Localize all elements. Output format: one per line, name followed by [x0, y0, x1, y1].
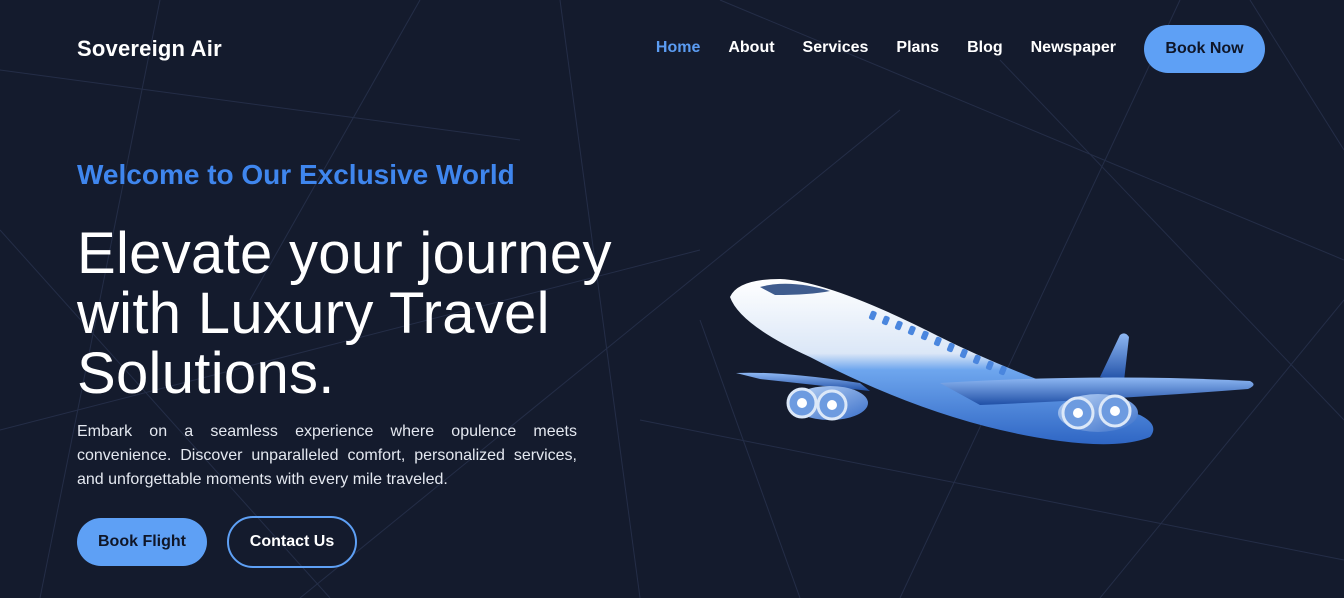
hero-actions: Book Flight Contact Us — [77, 516, 357, 568]
nav-link-blog[interactable]: Blog — [967, 38, 1003, 58]
nav-link-services[interactable]: Services — [803, 38, 869, 58]
main-menu: Home About Services Plans Blog Newspaper — [656, 38, 1116, 58]
book-flight-button[interactable]: Book Flight — [77, 518, 207, 566]
book-now-button[interactable]: Book Now — [1144, 25, 1265, 73]
nav-link-about[interactable]: About — [728, 38, 774, 58]
nav-link-newspaper[interactable]: Newspaper — [1031, 38, 1116, 58]
hero-eyebrow: Welcome to Our Exclusive World — [77, 159, 515, 190]
airplane-illustration — [730, 279, 1254, 445]
hero-headline: Elevate your journey with Luxury Travel … — [77, 221, 612, 406]
nav-link-home[interactable]: Home — [656, 38, 700, 58]
brand-logo[interactable]: Sovereign Air — [77, 36, 222, 62]
top-navigation: Sovereign Air Home About Services Plans … — [0, 0, 1344, 98]
hero-description: Embark on a seamless experience where op… — [77, 423, 577, 488]
contact-us-button[interactable]: Contact Us — [227, 516, 357, 568]
nav-link-plans[interactable]: Plans — [896, 38, 939, 58]
hero-section: Welcome to Our Exclusive World Elevate y… — [77, 156, 637, 492]
